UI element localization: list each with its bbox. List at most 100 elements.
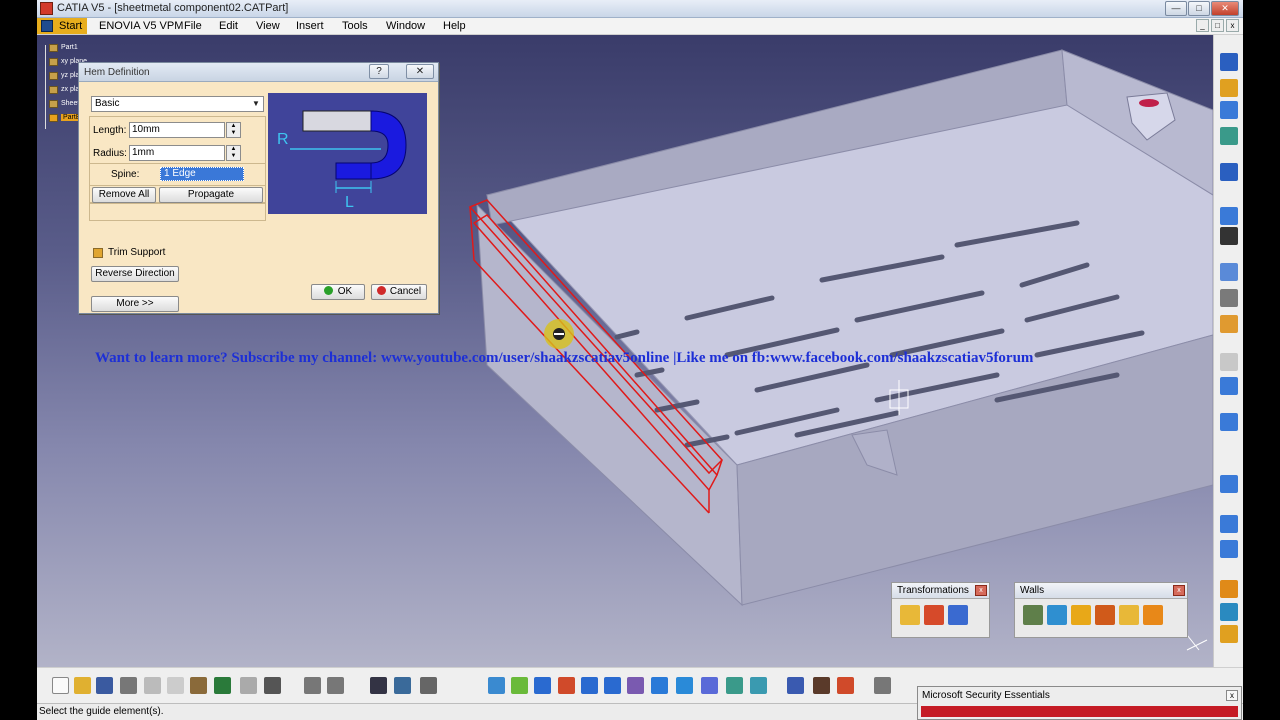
menu-enovia[interactable]: ENOVIA V5 VPM: [99, 20, 183, 32]
sketch-icon[interactable]: [1220, 475, 1238, 493]
radius-input[interactable]: 1mm: [129, 145, 225, 161]
swap-visible-icon[interactable]: [750, 677, 767, 694]
shading-icon[interactable]: [701, 677, 718, 694]
print-icon[interactable]: [120, 677, 137, 694]
reverse-direction-button[interactable]: Reverse Direction: [91, 266, 179, 282]
undo-icon[interactable]: [214, 677, 231, 694]
hem-icon[interactable]: [1095, 605, 1115, 625]
title-bar: CATIA V5 - [sheetmetal component02.CATPa…: [37, 0, 1243, 18]
menu-insert[interactable]: Insert: [296, 20, 324, 32]
abc-icon[interactable]: [1220, 263, 1238, 281]
3d-viewport[interactable]: Part1 xy plane yz plane zx plane Sheet P…: [37, 35, 1213, 667]
whats-this-icon[interactable]: [264, 677, 281, 694]
bend-icon[interactable]: [1220, 79, 1238, 97]
swept-wall-icon[interactable]: [1071, 605, 1091, 625]
tree-item-part[interactable]: Part1: [41, 41, 94, 55]
paste-icon[interactable]: [190, 677, 207, 694]
chamfer-icon[interactable]: [1220, 413, 1238, 431]
view-icon[interactable]: [1220, 207, 1238, 225]
notification-close-button[interactable]: x: [1226, 690, 1238, 701]
hem-type-select[interactable]: Basic ▼: [91, 96, 264, 112]
cancel-button[interactable]: Cancel: [371, 284, 427, 300]
material-icon[interactable]: [837, 677, 854, 694]
apply-material-icon[interactable]: [874, 677, 891, 694]
cut-icon[interactable]: [144, 677, 161, 694]
radius-spinner[interactable]: ▲ ▼: [226, 145, 241, 161]
security-notification[interactable]: Microsoft Security Essentials x: [917, 686, 1242, 720]
part-design-icon[interactable]: [420, 677, 437, 694]
cut-out-icon[interactable]: [1220, 289, 1238, 307]
flat-view-icon[interactable]: [787, 677, 804, 694]
menu-help[interactable]: Help: [443, 20, 466, 32]
propagate-button[interactable]: Propagate: [159, 187, 263, 203]
analysis-icon[interactable]: [1220, 625, 1238, 643]
dialog-help-button[interactable]: ?: [369, 64, 389, 79]
remove-all-button[interactable]: Remove All: [92, 187, 156, 203]
formula-icon[interactable]: [304, 677, 321, 694]
wall-icon[interactable]: [1023, 605, 1043, 625]
extrusion-icon[interactable]: [1220, 515, 1238, 533]
sheet-parameters-icon[interactable]: [1220, 53, 1238, 71]
menu-file[interactable]: File: [184, 20, 202, 32]
zoom-out-icon[interactable]: [604, 677, 621, 694]
more-button[interactable]: More >>: [91, 296, 179, 312]
dialog-close-button[interactable]: ✕: [406, 64, 434, 79]
zoom-in-icon[interactable]: [581, 677, 598, 694]
save-icon[interactable]: [96, 677, 113, 694]
hem-definition-dialog: Hem Definition ? ✕ Basic ▼ Length: 10mm …: [78, 62, 439, 314]
transformations-close-button[interactable]: x: [975, 585, 987, 596]
knowledge-icon[interactable]: [327, 677, 344, 694]
watermark-text: Want to learn more? Subscribe my channel…: [95, 350, 1034, 366]
length-input[interactable]: 10mm: [129, 122, 225, 138]
doc-restore-button[interactable]: □: [1211, 19, 1224, 32]
ok-button[interactable]: OK: [311, 284, 365, 300]
translate-icon[interactable]: [948, 605, 968, 625]
iso-view-icon[interactable]: [676, 677, 693, 694]
mirror-icon[interactable]: [900, 605, 920, 625]
close-button[interactable]: ✕: [1211, 1, 1239, 16]
hide-show-icon[interactable]: [726, 677, 743, 694]
multi-view-icon[interactable]: [651, 677, 668, 694]
rolled-wall-icon[interactable]: [1220, 540, 1238, 558]
table-icon[interactable]: [370, 677, 387, 694]
save-view-icon[interactable]: [1220, 227, 1238, 245]
doc-minimize-button[interactable]: _: [1196, 19, 1209, 32]
spine-field[interactable]: 1 Edge: [160, 167, 244, 181]
fit-all-icon[interactable]: [511, 677, 528, 694]
rotate-icon[interactable]: [558, 677, 575, 694]
fly-mode-icon[interactable]: [488, 677, 505, 694]
stamp-icon[interactable]: [1220, 315, 1238, 333]
fold-icon[interactable]: [1220, 127, 1238, 145]
menu-edit[interactable]: Edit: [219, 20, 238, 32]
maximize-button[interactable]: □: [1188, 1, 1210, 16]
trim-support-checkbox[interactable]: [93, 248, 103, 258]
notification-alert-bar: [921, 706, 1238, 717]
pattern-icon[interactable]: [924, 605, 944, 625]
pan-icon[interactable]: [534, 677, 551, 694]
new-icon[interactable]: [52, 677, 69, 694]
menu-tools[interactable]: Tools: [342, 20, 368, 32]
catalog-icon[interactable]: [394, 677, 411, 694]
minimize-button[interactable]: —: [1165, 1, 1187, 16]
redo-icon[interactable]: [240, 677, 257, 694]
menu-window[interactable]: Window: [386, 20, 425, 32]
unfold-icon[interactable]: [1220, 101, 1238, 119]
measure-icon[interactable]: [1220, 603, 1238, 621]
tear-drop-icon[interactable]: [1119, 605, 1139, 625]
recognize-icon[interactable]: [1220, 580, 1238, 598]
doc-close-button[interactable]: x: [1226, 19, 1239, 32]
menu-start[interactable]: Start: [37, 18, 87, 34]
compass-icon[interactable]: [813, 677, 830, 694]
menu-view[interactable]: View: [256, 20, 280, 32]
copy-icon[interactable]: [167, 677, 184, 694]
open-icon[interactable]: [74, 677, 91, 694]
length-spinner[interactable]: ▲ ▼: [226, 122, 241, 138]
walls-close-button[interactable]: x: [1173, 585, 1185, 596]
normal-view-icon[interactable]: [627, 677, 644, 694]
user-flange-icon[interactable]: [1143, 605, 1163, 625]
corner-icon[interactable]: [1220, 377, 1238, 395]
transformations-title: Transformations: [897, 585, 969, 596]
hole-icon[interactable]: [1220, 353, 1238, 371]
flange-icon[interactable]: [1047, 605, 1067, 625]
select-icon[interactable]: [1220, 163, 1238, 181]
